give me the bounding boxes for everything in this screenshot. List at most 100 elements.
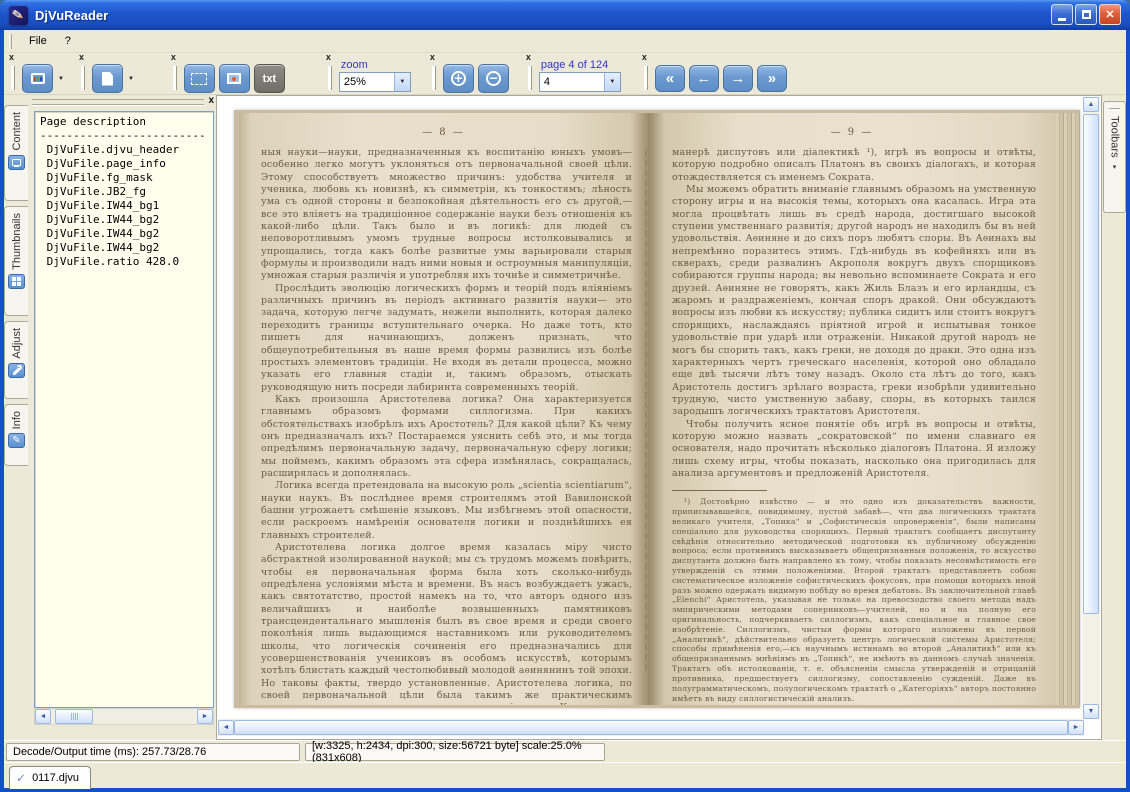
sidebar-tabstrip: Content Thumbnails Adjust Info ✎	[4, 95, 30, 740]
next-page-icon: →	[730, 70, 745, 87]
scrollbar-thumb[interactable]	[1083, 114, 1099, 614]
export-text-button[interactable]: txt	[254, 64, 285, 93]
panel-horizontal-scrollbar[interactable]: ◄ ►	[34, 708, 214, 725]
scroll-right-icon[interactable]: ►	[197, 709, 213, 724]
first-page-button[interactable]: «	[655, 65, 685, 92]
page-paragraph: Чтобы получить ясное понятіе объ игрѣ въ…	[672, 419, 1036, 481]
page-description-list: Page description -----------------------…	[34, 111, 214, 708]
toolbar-group-zoom: x zoom 25% ▼	[323, 53, 419, 95]
scrollbar-thumb[interactable]	[55, 709, 93, 724]
close-button[interactable]: ✕	[1099, 4, 1121, 25]
panel-close-icon[interactable]: x	[208, 95, 214, 106]
combo-arrow-button[interactable]: ▼	[604, 73, 620, 91]
toolbar-grip-handle[interactable]	[432, 66, 436, 90]
toolbar: x ▼ x ▼ x txt	[4, 53, 1126, 95]
export-image-button[interactable]	[219, 64, 250, 93]
document-vertical-scrollbar[interactable]: ▲ ▼	[1083, 97, 1100, 719]
minimize-icon	[1058, 18, 1066, 21]
select-region-button[interactable]	[184, 64, 215, 93]
file-tab[interactable]: ✓ 0117.djvu	[9, 766, 91, 789]
toolbar-group-export: x txt	[168, 53, 293, 95]
page-value: 4	[540, 76, 604, 88]
zoom-out-button[interactable]: −	[478, 64, 509, 93]
side-tab-grip	[1109, 108, 1120, 111]
book-gutter	[630, 113, 664, 705]
toolbar-group-close-icon[interactable]: x	[526, 53, 531, 62]
toolbar-grip-handle[interactable]	[328, 66, 332, 90]
combo-arrow-button[interactable]: ▼	[394, 73, 410, 91]
toolbar-grip-handle[interactable]	[173, 66, 177, 90]
menu-grip-handle[interactable]	[9, 34, 12, 49]
chevron-down-icon[interactable]: ▼	[58, 76, 64, 82]
toolbars-side-tab[interactable]: Toolbars ▾	[1103, 101, 1126, 213]
panel-divider: -------------------------	[40, 129, 213, 143]
sidebar-tab-info[interactable]: Info ✎	[4, 404, 28, 466]
toolbar-group-close-icon[interactable]: x	[642, 53, 647, 62]
panel-grip-handle[interactable]	[32, 99, 204, 105]
page-paragraph: Аристотелева логика долгое время казалас…	[261, 542, 632, 705]
scroll-down-icon[interactable]: ▼	[1083, 704, 1099, 719]
sidebar-tab-thumbnails[interactable]: Thumbnails	[4, 206, 28, 316]
zoom-combobox[interactable]: 25% ▼	[339, 72, 411, 92]
file-tab-label: 0117.djvu	[32, 772, 79, 784]
chevron-down-icon[interactable]: ▼	[128, 76, 134, 82]
image-icon	[227, 73, 241, 84]
select-region-icon	[191, 73, 207, 85]
zoom-in-button[interactable]: +	[443, 64, 474, 93]
scroll-left-icon[interactable]: ◄	[218, 720, 234, 735]
window-title: DjVuReader	[35, 8, 108, 23]
toolbar-group-close-icon[interactable]: x	[326, 53, 331, 62]
maximize-button[interactable]	[1075, 4, 1097, 25]
document-view[interactable]: — 8 — ныя науки—науки, предназначенныя к…	[216, 95, 1102, 740]
toolbar-group-close-icon[interactable]: x	[171, 53, 176, 62]
scroll-up-icon[interactable]: ▲	[1083, 97, 1099, 112]
toolbar-group-close-icon[interactable]: x	[9, 53, 14, 62]
close-icon: ✕	[1105, 8, 1114, 21]
scroll-right-icon[interactable]: ►	[1068, 720, 1084, 735]
menu-file[interactable]: File	[20, 32, 56, 50]
status-page-info: [w:3325, h:2434, dpi:300, size:56721 byt…	[305, 743, 605, 761]
page-layout-button[interactable]	[92, 64, 123, 93]
last-page-button[interactable]: »	[757, 65, 787, 92]
chevron-down-icon: ▼	[399, 79, 405, 85]
chevron-down-icon: ▾	[1113, 163, 1117, 171]
minimize-button[interactable]	[1051, 4, 1073, 25]
zoom-value: 25%	[340, 76, 394, 88]
list-item: DjVuFile.JB2_fg	[40, 185, 213, 199]
toolbar-grip-handle[interactable]	[11, 66, 15, 90]
render-mode-button[interactable]	[22, 64, 53, 93]
sidebar-tab-label: Content	[11, 112, 23, 151]
sidebar-tab-adjust[interactable]: Adjust	[4, 321, 28, 399]
check-icon: ✓	[16, 771, 26, 785]
render-mode-icon	[31, 73, 45, 84]
document-horizontal-scrollbar[interactable]: ◄ ►	[218, 719, 1084, 736]
list-item: DjVuFile.fg_mask	[40, 171, 213, 185]
page-combobox[interactable]: 4 ▼	[539, 72, 621, 92]
next-page-button[interactable]: →	[723, 65, 753, 92]
toolbar-grip-handle[interactable]	[528, 66, 532, 90]
list-item: DjVuFile.page_info	[40, 157, 213, 171]
book-page-right: — 9 — манерѣ диспутовъ или діалектикѣ ¹)…	[648, 113, 1056, 705]
toolbar-grip-handle[interactable]	[81, 66, 85, 90]
list-item: DjVuFile.IW44_bg2	[40, 241, 213, 255]
toolbar-group-close-icon[interactable]: x	[79, 53, 84, 62]
side-tab-label: Toolbars	[1109, 116, 1121, 158]
zoom-label: zoom	[341, 59, 368, 71]
toolbar-group-close-icon[interactable]: x	[430, 53, 435, 62]
thumbnails-icon	[8, 274, 25, 289]
txt-label: txt	[263, 73, 276, 85]
scrollbar-thumb[interactable]	[234, 720, 1068, 735]
content-icon	[8, 155, 25, 170]
scroll-left-icon[interactable]: ◄	[35, 709, 51, 724]
previous-page-button[interactable]: ←	[689, 65, 719, 92]
footnote-text: ¹) Достовѣрно извѣстно — и это одно изъ …	[648, 497, 1056, 703]
zoom-in-icon: +	[451, 71, 466, 86]
sidebar-tab-content[interactable]: Content	[4, 105, 28, 201]
menu-help[interactable]: ?	[56, 32, 80, 50]
page-layout-icon	[102, 72, 113, 86]
list-item: DjVuFile.djvu_header	[40, 143, 213, 157]
maximize-icon	[1082, 10, 1091, 19]
toolbar-grip-handle[interactable]	[644, 66, 648, 90]
toolbar-group-navigation: x « ← → »	[639, 53, 795, 95]
sidebar-tab-label: Thumbnails	[11, 213, 23, 270]
